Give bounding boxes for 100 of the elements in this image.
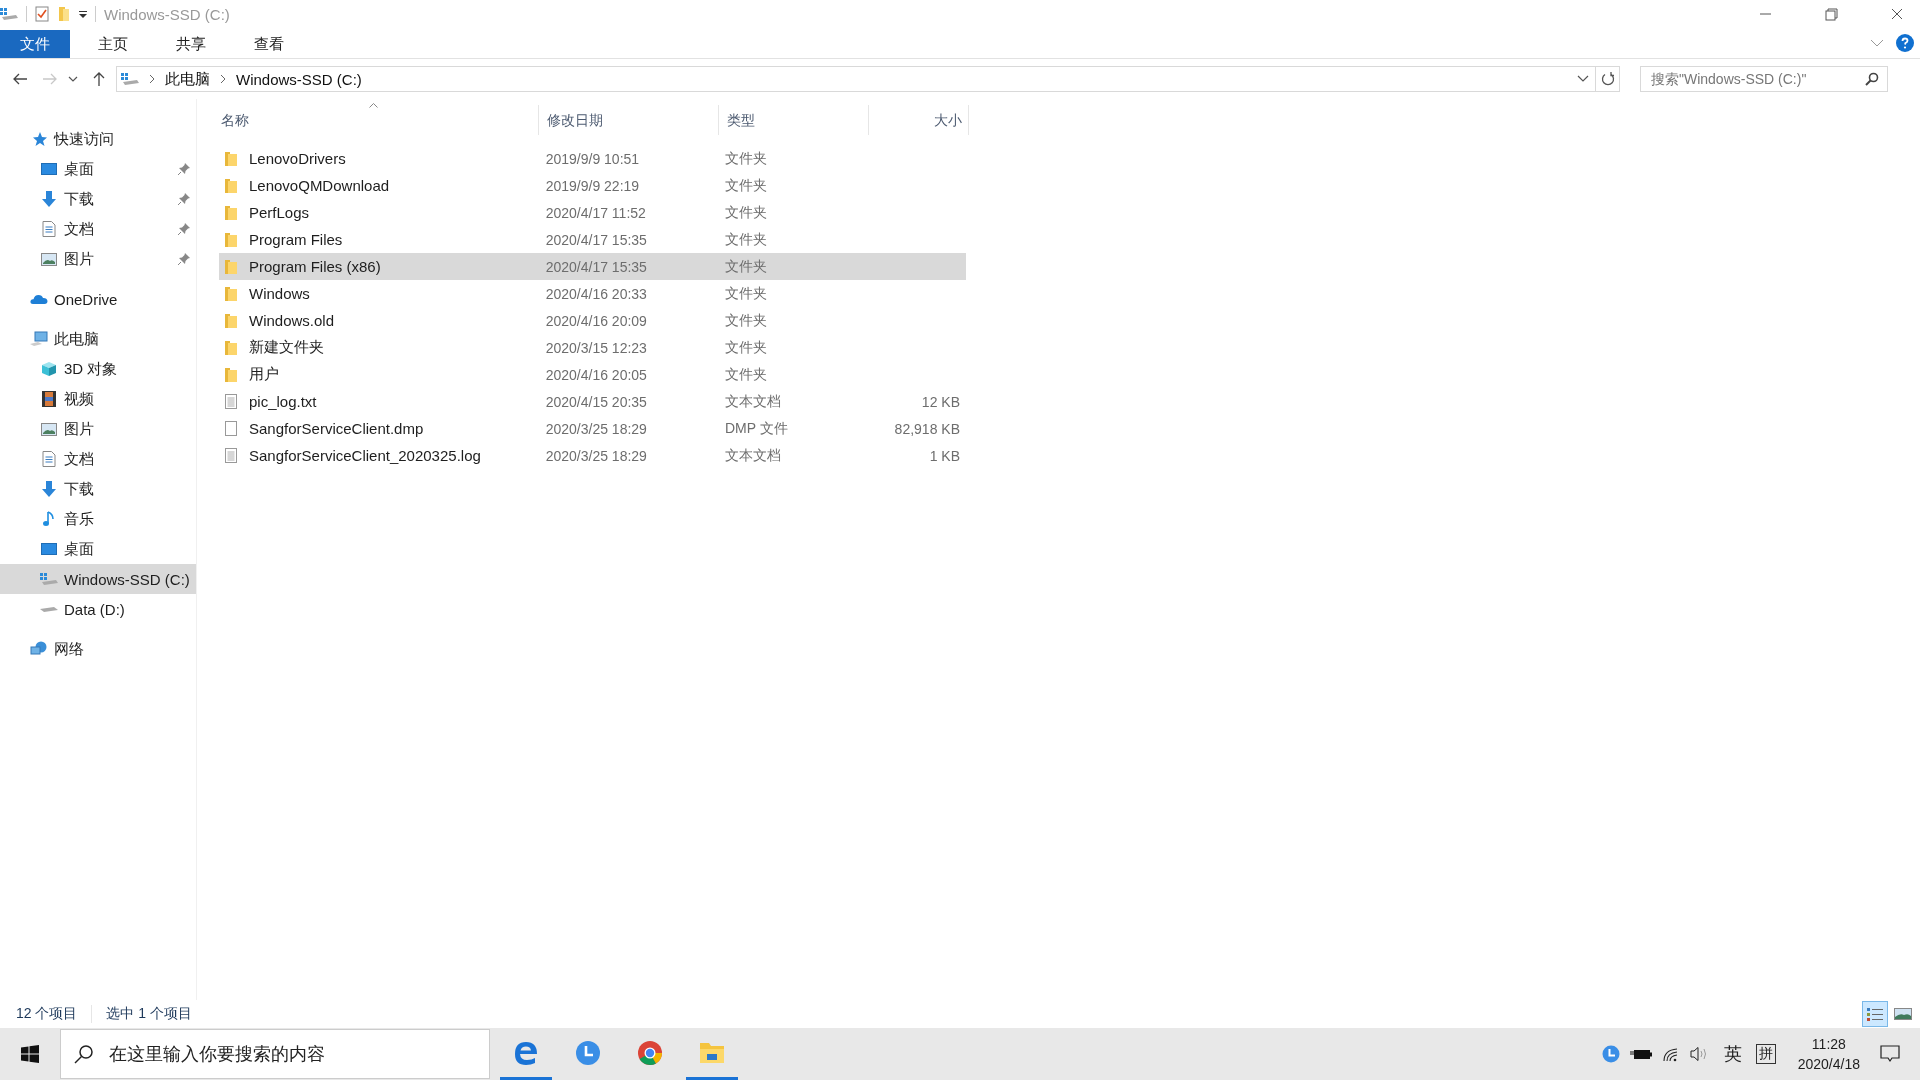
sidebar-item[interactable]: 图片 bbox=[0, 244, 196, 274]
ribbon-tab[interactable]: 文件 bbox=[0, 30, 70, 58]
folder-icon bbox=[225, 313, 237, 328]
sidebar-item[interactable]: 下载 bbox=[0, 474, 196, 504]
breadcrumb[interactable]: Windows-SSD (C:) bbox=[236, 70, 362, 88]
modified-date: 2020/3/25 18:29 bbox=[544, 447, 648, 464]
sidebar-item[interactable]: 快速访问 bbox=[0, 124, 196, 154]
file-row[interactable]: Windows.old 2020/4/16 20:09 文件夹 bbox=[219, 307, 966, 334]
notification-icon[interactable] bbox=[1880, 1045, 1900, 1063]
sidebar-item[interactable]: 此电脑 bbox=[0, 324, 196, 354]
sidebar-item[interactable]: 文档 bbox=[0, 444, 196, 474]
sidebar-item[interactable]: Windows-SSD (C:) bbox=[0, 564, 196, 594]
window-title: Windows-SSD (C:) bbox=[104, 5, 230, 23]
chevron-right-icon[interactable] bbox=[149, 74, 155, 84]
clock[interactable]: 11:28 2020/4/18 bbox=[1797, 1034, 1860, 1074]
modified-date: 2020/4/16 20:09 bbox=[544, 312, 648, 329]
search-icon[interactable] bbox=[1865, 72, 1879, 86]
sidebar-item[interactable]: 视频 bbox=[0, 384, 196, 414]
file-row[interactable]: SangforServiceClient.dmp 2020/3/25 18:29 DMP 文件 82,918 KB bbox=[219, 415, 966, 442]
pin-icon[interactable] bbox=[178, 163, 190, 175]
ribbon-tab[interactable]: 查看 bbox=[234, 30, 304, 58]
refresh-button[interactable] bbox=[1596, 66, 1620, 92]
sidebar-item[interactable]: Data (D:) bbox=[0, 594, 196, 624]
windows-logo-icon bbox=[21, 1045, 39, 1063]
file-row[interactable]: 新建文件夹 2020/3/15 12:23 文件夹 bbox=[219, 334, 966, 361]
file-name: SangforServiceClient_2020325.log bbox=[249, 447, 481, 464]
up-arrow-icon[interactable] bbox=[92, 71, 106, 87]
sidebar-item[interactable]: 下载 bbox=[0, 184, 196, 214]
file-name: Program Files bbox=[249, 231, 343, 248]
input-language[interactable]: 英 bbox=[1723, 1042, 1742, 1066]
monitor-icon bbox=[40, 163, 58, 175]
breadcrumb[interactable]: 此电脑 bbox=[165, 69, 210, 89]
modified-date: 2020/3/15 12:23 bbox=[544, 339, 648, 356]
file-type: 文件夹 bbox=[723, 338, 768, 357]
taskbar-search-field[interactable]: 在这里输入你要搜索的内容 bbox=[60, 1029, 490, 1079]
column-header[interactable]: 修改日期 bbox=[539, 105, 719, 135]
search-field[interactable]: 搜索"Windows-SSD (C:)" bbox=[1640, 66, 1888, 92]
file-row[interactable]: SangforServiceClient_2020325.log 2020/3/25 18:29 文本文档 1 KB bbox=[219, 442, 966, 469]
text-file-icon bbox=[225, 394, 237, 409]
browser-ring-icon bbox=[637, 1039, 663, 1066]
sidebar-item[interactable]: 网络 bbox=[0, 634, 196, 664]
sidebar-item[interactable]: 音乐 bbox=[0, 504, 196, 534]
details-view-button[interactable] bbox=[1862, 1001, 1888, 1027]
ribbon-tab[interactable]: 主页 bbox=[78, 30, 148, 58]
file-type: 文件夹 bbox=[723, 203, 768, 222]
column-header[interactable]: 类型 bbox=[719, 105, 869, 135]
help-icon[interactable] bbox=[1896, 34, 1914, 52]
wifi-icon[interactable] bbox=[1661, 1046, 1680, 1062]
input-mode[interactable]: 拼 bbox=[1755, 1044, 1776, 1064]
dropdown-icon[interactable] bbox=[79, 10, 87, 18]
file-type: 文件夹 bbox=[723, 257, 768, 276]
properties-icon[interactable] bbox=[35, 6, 49, 22]
pin-icon[interactable] bbox=[178, 223, 190, 235]
modified-date: 2020/4/17 15:35 bbox=[544, 231, 648, 248]
file-size: 12 KB bbox=[921, 393, 960, 410]
file-type: 文件夹 bbox=[723, 149, 768, 168]
sidebar-item[interactable]: 桌面 bbox=[0, 534, 196, 564]
modified-date: 2020/3/25 18:29 bbox=[544, 420, 648, 437]
chevron-down-icon[interactable] bbox=[1577, 75, 1589, 83]
clock-app-tray-icon[interactable] bbox=[1601, 1045, 1620, 1063]
file-type: 文件夹 bbox=[723, 284, 768, 303]
column-header[interactable]: 大小 bbox=[869, 105, 969, 135]
file-type: 文件夹 bbox=[723, 365, 768, 384]
chevron-down-icon[interactable] bbox=[68, 75, 78, 83]
file-row[interactable]: Program Files 2020/4/17 15:35 文件夹 bbox=[219, 226, 966, 253]
drive-icon bbox=[121, 72, 139, 86]
sidebar-item[interactable]: 3D 对象 bbox=[0, 354, 196, 384]
file-type: DMP 文件 bbox=[723, 419, 789, 438]
drive-icon bbox=[0, 7, 18, 21]
file-row[interactable]: LenovoQMDownload 2019/9/9 22:19 文件夹 bbox=[219, 172, 966, 199]
address-bar[interactable]: 此电脑 Windows-SSD (C:) bbox=[116, 66, 1596, 92]
document-icon bbox=[40, 221, 58, 237]
chevron-right-icon[interactable] bbox=[220, 74, 226, 84]
battery-icon[interactable] bbox=[1629, 1048, 1652, 1060]
column-header[interactable]: 名称 bbox=[219, 105, 539, 135]
sidebar-item[interactable]: OneDrive bbox=[0, 284, 196, 314]
pin-icon[interactable] bbox=[178, 193, 190, 205]
file-row[interactable]: 用户 2020/4/16 20:05 文件夹 bbox=[219, 361, 966, 388]
file-row[interactable]: PerfLogs 2020/4/17 11:52 文件夹 bbox=[219, 199, 966, 226]
sidebar-item[interactable]: 文档 bbox=[0, 214, 196, 244]
sidebar-item[interactable]: 图片 bbox=[0, 414, 196, 444]
file-row[interactable]: LenovoDrivers 2019/9/9 10:51 文件夹 bbox=[219, 145, 966, 172]
file-row[interactable]: pic_log.txt 2020/4/15 20:35 文本文档 12 KB bbox=[219, 388, 966, 415]
sidebar-item[interactable]: 桌面 bbox=[0, 154, 196, 184]
ribbon-tab[interactable]: 共享 bbox=[156, 30, 226, 58]
cube-icon bbox=[40, 361, 58, 377]
back-arrow-icon[interactable] bbox=[12, 72, 28, 86]
file-row[interactable]: Windows 2020/4/16 20:33 文件夹 bbox=[219, 280, 966, 307]
monitor-icon bbox=[40, 543, 58, 555]
picture-icon bbox=[40, 252, 58, 266]
modified-date: 2020/4/17 11:52 bbox=[544, 204, 647, 221]
modified-date: 2020/4/15 20:35 bbox=[544, 393, 648, 410]
file-name: SangforServiceClient.dmp bbox=[249, 420, 424, 437]
file-name: LenovoDrivers bbox=[249, 150, 346, 167]
film-icon bbox=[40, 391, 58, 407]
file-type: 文件夹 bbox=[723, 311, 768, 330]
folder-icon bbox=[225, 232, 237, 247]
file-row[interactable]: Program Files (x86) 2020/4/17 15:35 文件夹 bbox=[219, 253, 966, 280]
modified-date: 2020/4/16 20:33 bbox=[544, 285, 648, 302]
pin-icon[interactable] bbox=[178, 253, 190, 265]
